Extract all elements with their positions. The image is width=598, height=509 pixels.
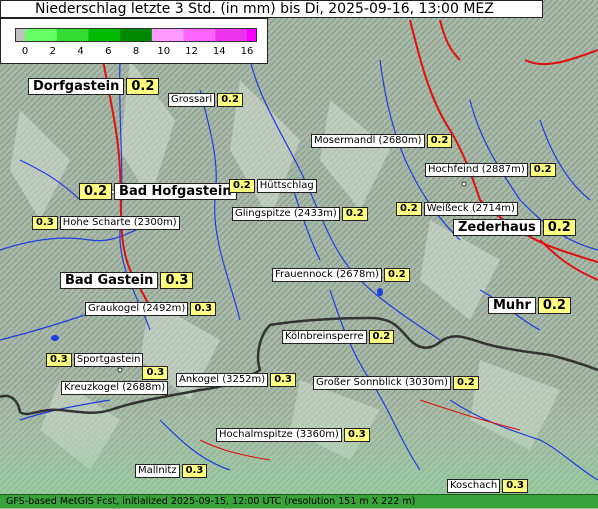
precip-value: 0.2 bbox=[396, 202, 422, 216]
place-label: Graukogel (2492m) 0.3 bbox=[85, 302, 217, 316]
place-label: 0.2 Bad Hofgastein bbox=[79, 183, 237, 200]
place-label: Bad Gastein 0.3 bbox=[60, 272, 194, 289]
place-name: Zederhaus bbox=[453, 219, 541, 236]
place-name: Mallnitz bbox=[135, 464, 180, 478]
place-name: Grossarl bbox=[168, 93, 216, 107]
legend-swatch bbox=[215, 28, 248, 42]
precip-value: 0.2 bbox=[384, 268, 410, 282]
place-name: Hohe Scharte (2300m) bbox=[59, 216, 180, 230]
precip-value: 0.2 bbox=[368, 330, 395, 344]
map-title: Niederschlag letzte 3 Std. (in mm) bis D… bbox=[0, 0, 543, 18]
place-name: Mosermandl (2680m) bbox=[311, 134, 425, 148]
precip-value: 0.2 bbox=[453, 376, 479, 390]
precip-value: 0.2 bbox=[537, 297, 571, 314]
place-name: Dorfgastein bbox=[28, 78, 125, 95]
precip-value: 0.3 bbox=[190, 302, 217, 316]
place-label: Zederhaus 0.2 bbox=[453, 219, 576, 236]
place-name: Hochalmspitze (3360m) bbox=[216, 428, 342, 442]
precip-value: 0.3 bbox=[160, 272, 194, 289]
place-name: Koschach bbox=[447, 479, 501, 493]
precip-value: 0.2 bbox=[542, 219, 576, 236]
precip-value: 0.2 bbox=[341, 207, 368, 221]
precip-value: 0.3 bbox=[181, 464, 208, 478]
legend-swatch bbox=[120, 28, 153, 42]
legend-tick-label: 8 bbox=[132, 46, 140, 57]
place-name: Bad Gastein bbox=[60, 272, 159, 289]
place-label: 0.3 Kreuzkogel (2688m) bbox=[61, 366, 169, 395]
place-name: Großer Sonnblick (3030m) bbox=[313, 376, 452, 390]
place-label: Grossarl 0.2 bbox=[168, 93, 243, 107]
precip-value: 0.2 bbox=[79, 183, 113, 200]
place-label: 0.2 Weißeck (2714m) bbox=[396, 202, 518, 216]
legend-ticks: 0 2 4 6 8 10 12 14 16 bbox=[15, 46, 257, 60]
legend-colorbar bbox=[15, 28, 257, 42]
place-label: Dorfgastein 0.2 bbox=[28, 78, 160, 95]
legend-swatch bbox=[25, 28, 58, 42]
place-label: Muhr 0.2 bbox=[488, 297, 571, 314]
place-name: Kreuzkogel (2688m) bbox=[61, 381, 169, 395]
precip-value: 0.2 bbox=[426, 134, 453, 148]
legend-tick-label: 14 bbox=[212, 46, 226, 57]
legend-tick-label: 16 bbox=[240, 46, 254, 57]
legend-tick-label: 0 bbox=[21, 46, 29, 57]
legend-swatch bbox=[247, 28, 257, 42]
legend-swatch bbox=[151, 28, 185, 42]
legend-tick-label: 10 bbox=[157, 46, 171, 57]
precip-value: 0.2 bbox=[217, 93, 243, 107]
place-name: Frauennock (2678m) bbox=[272, 268, 383, 282]
legend-tick-label: 4 bbox=[77, 46, 84, 57]
place-label: Großer Sonnblick (3030m) 0.2 bbox=[313, 376, 479, 390]
legend-swatch bbox=[88, 28, 121, 42]
precip-value: 0.3 bbox=[32, 216, 58, 230]
precip-value: 0.3 bbox=[270, 373, 296, 387]
precip-value: 0.3 bbox=[46, 353, 72, 367]
place-label: Hochalmspitze (3360m) 0.3 bbox=[216, 428, 370, 442]
legend-tick-label: 6 bbox=[105, 46, 112, 57]
place-label: Frauennock (2678m) 0.2 bbox=[272, 268, 410, 282]
forecast-footer: GFS-based MetGIS Fcst, initialized 2025-… bbox=[0, 494, 598, 508]
place-label: Ankogel (3252m) 0.3 bbox=[176, 373, 296, 387]
place-name: Graukogel (2492m) bbox=[85, 302, 189, 316]
legend-tick-label: 2 bbox=[49, 46, 56, 57]
place-label: Mosermandl (2680m) 0.2 bbox=[311, 134, 453, 148]
place-label: 0.3 Hohe Scharte (2300m) bbox=[32, 216, 180, 230]
legend-swatch bbox=[183, 28, 216, 42]
place-name: Glingspitze (2433m) bbox=[232, 207, 340, 221]
place-name: Hüttschlag bbox=[256, 179, 317, 193]
place-name: Ankogel (3252m) bbox=[176, 373, 269, 387]
legend-tick-label: 12 bbox=[185, 46, 198, 57]
place-label: Glingspitze (2433m) 0.2 bbox=[232, 207, 368, 221]
place-label: Kölnbreinsperre 0.2 bbox=[282, 330, 395, 344]
precip-value: 0.2 bbox=[126, 78, 160, 95]
place-name: Weißeck (2714m) bbox=[423, 202, 518, 216]
precip-value: 0.3 bbox=[142, 366, 169, 380]
place-label: Koschach 0.3 bbox=[447, 479, 528, 493]
legend-swatch bbox=[56, 28, 89, 42]
precip-value: 0.2 bbox=[529, 163, 556, 177]
place-name: Hochfeind (2887m) bbox=[425, 163, 528, 177]
place-label: 0.2 Hüttschlag bbox=[229, 179, 317, 193]
precip-value: 0.3 bbox=[343, 428, 370, 442]
place-label: Mallnitz 0.3 bbox=[135, 464, 208, 478]
precip-value: 0.2 bbox=[229, 179, 255, 193]
place-label: Hochfeind (2887m) 0.2 bbox=[425, 163, 556, 177]
precip-legend: 0 2 4 6 8 10 12 14 16 bbox=[0, 18, 268, 64]
precip-value: 0.3 bbox=[502, 479, 528, 493]
legend-swatch bbox=[15, 28, 26, 42]
place-label: 0.3 Sportgastein bbox=[46, 353, 144, 367]
place-name: Bad Hofgastein bbox=[114, 183, 237, 200]
place-name: Muhr bbox=[488, 297, 536, 314]
place-name: Kölnbreinsperre bbox=[282, 330, 367, 344]
place-name: Sportgastein bbox=[73, 353, 144, 367]
